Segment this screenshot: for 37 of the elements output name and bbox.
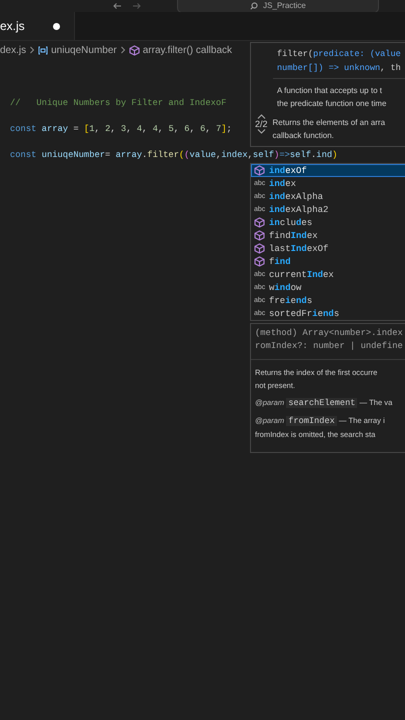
- variable-icon: [38, 46, 48, 54]
- command-center-search[interactable]: JS_Practice: [177, 0, 379, 12]
- signature-line: (method) Array<number>.index: [255, 327, 404, 340]
- breadcrumb-item[interactable]: dex.js: [0, 44, 26, 56]
- cube-icon: [254, 243, 265, 254]
- chevron-right-icon: [29, 46, 36, 54]
- description-line: A function that accepts up to t: [277, 85, 383, 97]
- breadcrumb-item[interactable]: array.filter() callback: [142, 44, 232, 56]
- suggestion-item[interactable]: find: [251, 255, 405, 268]
- description-line: callback function.: [272, 130, 335, 142]
- overload-counter: 2/2: [255, 119, 268, 129]
- search-icon: [250, 2, 258, 10]
- cube-icon: [254, 217, 265, 228]
- back-arrow-icon: [112, 2, 122, 10]
- description-line: the predicate function one time: [277, 98, 388, 110]
- description-line: Returns the elements of an arra: [272, 117, 386, 129]
- cube-icon: [254, 230, 265, 241]
- chevron-right-icon: [120, 46, 126, 54]
- signature-line: romIndex?: number | undefine: [255, 340, 404, 353]
- chevron-down-icon: [256, 129, 266, 134]
- editor-tab[interactable]: ex.js: [0, 12, 75, 40]
- cube-icon: [254, 256, 265, 267]
- code-line: // Unique Numbers by Filter and IndexoF: [10, 97, 226, 110]
- code-line: const array = [1, 2, 3, 4, 4, 5, 6, 6, 7];: [10, 123, 232, 136]
- suggestion-item[interactable]: findIndex: [251, 229, 405, 242]
- cube-icon: [254, 165, 265, 176]
- breadcrumb-item[interactable]: uniuqeNumber: [51, 44, 117, 56]
- code-line: const uniuqeNumber= array.filter((value,index,self)=>self.ind): [10, 149, 338, 162]
- suggestion-item[interactable]: indexOf: [251, 164, 405, 177]
- modified-dot-icon: [52, 22, 60, 30]
- signature-line: number[]) => unknown, th: [277, 62, 402, 75]
- suggestion-item[interactable]: includes: [251, 216, 405, 229]
- chevron-up-icon: [256, 114, 266, 119]
- suggestion-item[interactable]: lastIndexOf: [251, 242, 405, 255]
- forward-arrow-icon: [132, 2, 142, 10]
- signature-line: filter(predicate: (value: [277, 48, 402, 61]
- cube-icon: [128, 44, 140, 56]
